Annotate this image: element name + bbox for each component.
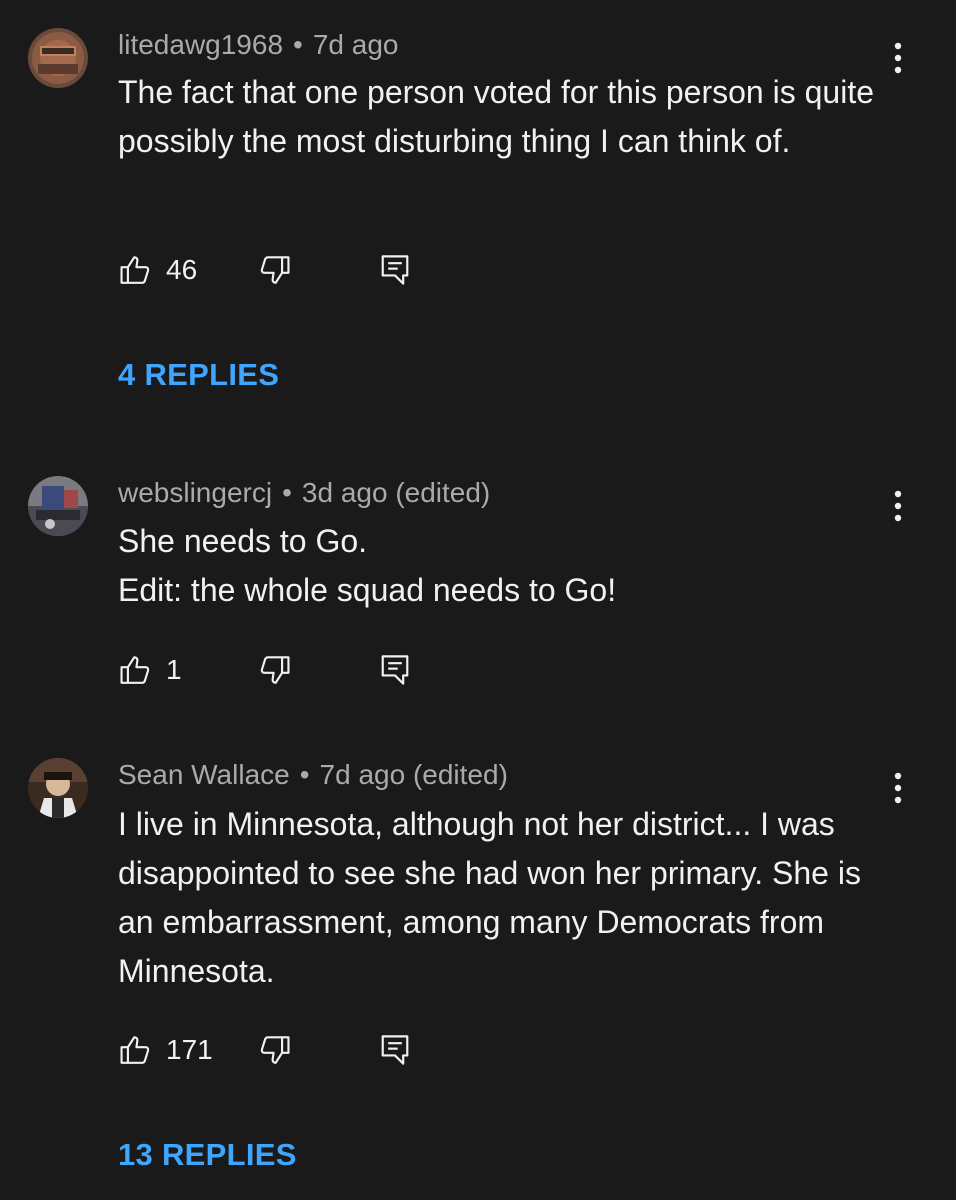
comment-time: 7d ago — [312, 29, 399, 60]
comment-meta: Sean Wallace • 7d ago (edited) — [118, 758, 508, 792]
thumbs-up-icon — [120, 1036, 150, 1064]
like-count: 171 — [166, 1034, 213, 1065]
like-button[interactable]: 171 — [118, 1030, 213, 1070]
comment-icon — [381, 255, 409, 285]
comment-text: She needs to Go. Edit: the whole squad n… — [118, 523, 617, 608]
comment-actions: 1 — [118, 650, 438, 690]
like-count: 1 — [166, 654, 182, 685]
comment-text: The fact that one person voted for this … — [118, 74, 874, 159]
comment-time: 3d ago — [301, 477, 388, 508]
comment-meta: webslingercj • 3d ago (edited) — [118, 476, 490, 510]
separator-dot: • — [282, 477, 292, 508]
comment-icon — [381, 1035, 409, 1065]
separator-dot: • — [299, 759, 310, 790]
avatar[interactable] — [28, 28, 88, 88]
like-button[interactable]: 1 — [118, 650, 182, 690]
comment-actions: 171 — [118, 1030, 438, 1070]
comment-icon — [381, 655, 409, 685]
reply-button[interactable] — [380, 250, 410, 290]
like-count: 46 — [166, 254, 198, 285]
edited-label: (edited) — [412, 759, 508, 790]
dislike-button[interactable] — [258, 1030, 292, 1070]
author-name[interactable]: litedawg1968 — [118, 29, 283, 60]
thumbs-down-icon — [260, 1036, 290, 1064]
author-name[interactable]: Sean Wallace — [118, 759, 290, 790]
dislike-button[interactable] — [258, 650, 292, 690]
view-replies-link[interactable]: 4 REPLIES — [118, 355, 279, 395]
edited-label: (edited) — [395, 477, 491, 508]
avatar[interactable] — [28, 758, 88, 818]
separator-dot: • — [293, 29, 303, 60]
thumbs-down-icon — [260, 656, 290, 684]
comment-actions: 46 — [118, 250, 438, 290]
view-replies-link[interactable]: 13 REPLIES — [118, 1135, 297, 1175]
thumbs-up-icon — [120, 656, 150, 684]
thumbs-up-icon — [120, 256, 150, 284]
comment-time: 7d ago — [319, 759, 406, 790]
thumbs-down-icon — [260, 256, 290, 284]
reply-button[interactable] — [380, 1030, 410, 1070]
dislike-button[interactable] — [258, 250, 292, 290]
comment-meta: litedawg1968 • 7d ago — [118, 28, 398, 62]
reply-button[interactable] — [380, 650, 410, 690]
comment-text: I live in Minnesota, although not her di… — [118, 806, 861, 989]
avatar[interactable] — [28, 476, 88, 536]
author-name[interactable]: webslingercj — [118, 477, 272, 508]
like-button[interactable]: 46 — [118, 250, 197, 290]
